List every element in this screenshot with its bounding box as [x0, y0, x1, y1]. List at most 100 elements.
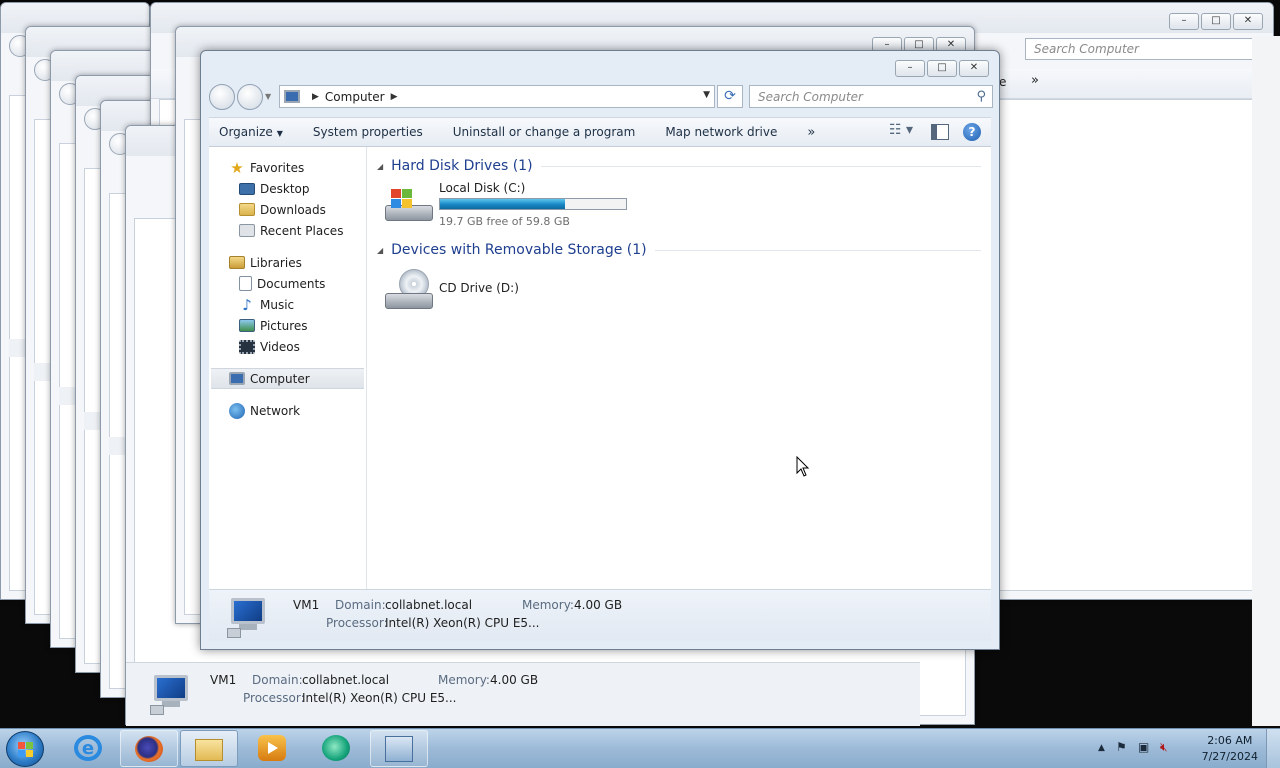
organize-label: Organize: [219, 125, 273, 139]
breadcrumb-chevron-icon[interactable]: ▶: [391, 92, 398, 102]
chevron-down-icon: ▼: [276, 129, 283, 138]
system-tray: ▲ ⚑ ▣ 🔇︎ 2:06 AM 7/27/2024: [1090, 729, 1280, 768]
explorer-window: – □ ✕ ▼ ▶ Computer ▶ ▼ ⟳ Search Computer…: [200, 50, 1000, 650]
bg-maximize-button[interactable]: □: [1201, 13, 1231, 30]
taskbar-firefox[interactable]: [120, 730, 178, 767]
drive-cd-d[interactable]: CD Drive (D:): [377, 261, 981, 321]
tray-overflow-button[interactable]: ▲: [1098, 743, 1105, 753]
back-button[interactable]: [209, 84, 235, 110]
help-icon[interactable]: ?: [963, 123, 981, 141]
sidebar-item-label: Desktop: [260, 181, 310, 196]
minimize-button[interactable]: –: [895, 60, 925, 77]
drive-free-space: 19.7 GB free of 59.8 GB: [439, 215, 570, 228]
group-header-hard-disk-drives[interactable]: ◢ Hard Disk Drives (1): [377, 155, 981, 177]
sidebar-item-label: Pictures: [260, 318, 308, 333]
star-icon: ★: [230, 158, 244, 177]
close-button[interactable]: ✕: [959, 60, 989, 77]
computer-icon: [229, 372, 245, 385]
breadcrumb-chevron-icon[interactable]: ▶: [312, 92, 319, 102]
details-memory-label: Memory:: [522, 598, 574, 612]
drive-name: Local Disk (C:): [439, 181, 526, 195]
clock-time: 2:06 AM: [1207, 734, 1253, 747]
volume-muted-icon[interactable]: 🔇︎: [1160, 740, 1168, 755]
recent-places-icon: [239, 224, 255, 237]
bg-toolbar-more[interactable]: »: [1031, 73, 1039, 88]
mouse-cursor-icon: [796, 456, 810, 477]
bg-search-input[interactable]: Search Computer: [1025, 38, 1270, 60]
sidebar-item-recent-places[interactable]: Recent Places: [209, 220, 366, 241]
sidebar-item-downloads[interactable]: Downloads: [209, 199, 366, 220]
address-dropdown-icon[interactable]: ▼: [703, 90, 710, 100]
show-desktop-button[interactable]: [1266, 729, 1280, 768]
sidebar-item-libraries[interactable]: Libraries: [209, 252, 366, 273]
clock[interactable]: 2:06 AM 7/27/2024: [1202, 733, 1258, 765]
sidebar-item-label: Videos: [260, 339, 300, 354]
libraries-icon: [229, 256, 245, 269]
taskbar-windows-explorer[interactable]: [180, 730, 238, 767]
taskbar-teal-app[interactable]: [308, 730, 366, 767]
hard-disk-icon: [385, 185, 433, 227]
bg-details-memory-label: Memory:: [438, 673, 490, 687]
organize-button[interactable]: Organize ▼: [219, 125, 283, 139]
control-panel-icon: [385, 736, 413, 762]
bg-details-domain: collabnet.local: [302, 673, 390, 687]
collapse-triangle-icon[interactable]: ◢: [377, 162, 383, 171]
network-status-icon[interactable]: ▣: [1138, 740, 1149, 754]
more-commands-button[interactable]: »: [807, 125, 815, 140]
bg-minimize-button[interactable]: –: [1169, 13, 1199, 30]
drive-local-disk-c[interactable]: Local Disk (C:) 19.7 GB free of 59.8 GB: [377, 177, 981, 237]
change-view-icon[interactable]: ☷ ▾: [889, 122, 917, 142]
sidebar-item-favorites[interactable]: ★ Favorites: [209, 157, 366, 178]
teal-app-icon: [322, 735, 350, 761]
recent-pages-dropdown[interactable]: ▼: [265, 92, 271, 101]
sidebar-item-pictures[interactable]: Pictures: [209, 315, 366, 336]
preview-pane-icon[interactable]: [931, 124, 949, 140]
details-memory: 4.00 GB: [574, 598, 623, 612]
map-network-drive-button[interactable]: Map network drive: [665, 125, 777, 139]
search-icon[interactable]: ⚲: [976, 89, 986, 104]
sidebar-item-label: Downloads: [260, 202, 326, 217]
sidebar-item-label: Computer: [250, 371, 310, 386]
right-scroll-edge: [1252, 36, 1280, 726]
taskbar-internet-explorer[interactable]: e: [60, 730, 118, 767]
group-header-removable-storage[interactable]: ◢ Devices with Removable Storage (1): [377, 239, 981, 261]
sidebar-item-label: Documents: [257, 276, 326, 291]
refresh-button[interactable]: ⟳: [717, 85, 743, 108]
sidebar-item-desktop[interactable]: Desktop: [209, 178, 366, 199]
sidebar-item-label: Libraries: [250, 255, 302, 270]
internet-explorer-icon: e: [74, 735, 102, 761]
sidebar-item-network[interactable]: Network: [209, 400, 366, 421]
cd-drive-icon: [385, 269, 433, 311]
pictures-icon: [239, 319, 255, 332]
breadcrumb-computer[interactable]: Computer: [325, 90, 385, 104]
address-bar[interactable]: ▶ Computer ▶ ▼: [279, 85, 715, 108]
sidebar-item-documents[interactable]: Documents: [209, 273, 366, 294]
action-center-flag-icon[interactable]: ⚑: [1116, 740, 1127, 754]
details-processor-label: Processor:: [326, 616, 388, 630]
media-player-icon: [258, 735, 286, 761]
uninstall-program-button[interactable]: Uninstall or change a program: [453, 125, 636, 139]
bg-toolbar-fragment: e: [999, 75, 1007, 89]
sidebar-item-computer[interactable]: Computer: [211, 368, 364, 389]
search-input[interactable]: Search Computer ⚲: [749, 85, 993, 108]
collapse-triangle-icon[interactable]: ◢: [377, 246, 383, 255]
group-title: Hard Disk Drives (1): [391, 158, 533, 174]
bg-details-pane: VM1 Domain: collabnet.local Memory: 4.00…: [126, 662, 920, 726]
sidebar-item-videos[interactable]: Videos: [209, 336, 366, 357]
maximize-button[interactable]: □: [927, 60, 957, 77]
system-properties-button[interactable]: System properties: [313, 125, 423, 139]
sidebar-item-label: Music: [260, 297, 295, 312]
downloads-folder-icon: [239, 203, 255, 216]
start-button[interactable]: [6, 731, 44, 767]
bg-details-domain-label: Domain:: [252, 673, 303, 687]
bg-close-button[interactable]: ✕: [1233, 13, 1263, 30]
sidebar-item-label: Favorites: [250, 160, 305, 175]
disk-usage-bar: [439, 198, 627, 210]
computer-icon: [284, 90, 300, 103]
taskbar-media-player[interactable]: [244, 730, 302, 767]
forward-button[interactable]: [237, 84, 263, 110]
details-domain: collabnet.local: [385, 598, 473, 612]
sidebar-item-music[interactable]: ♪ Music: [209, 294, 366, 315]
folder-icon: [195, 739, 223, 761]
taskbar-control-panel[interactable]: [370, 730, 428, 767]
